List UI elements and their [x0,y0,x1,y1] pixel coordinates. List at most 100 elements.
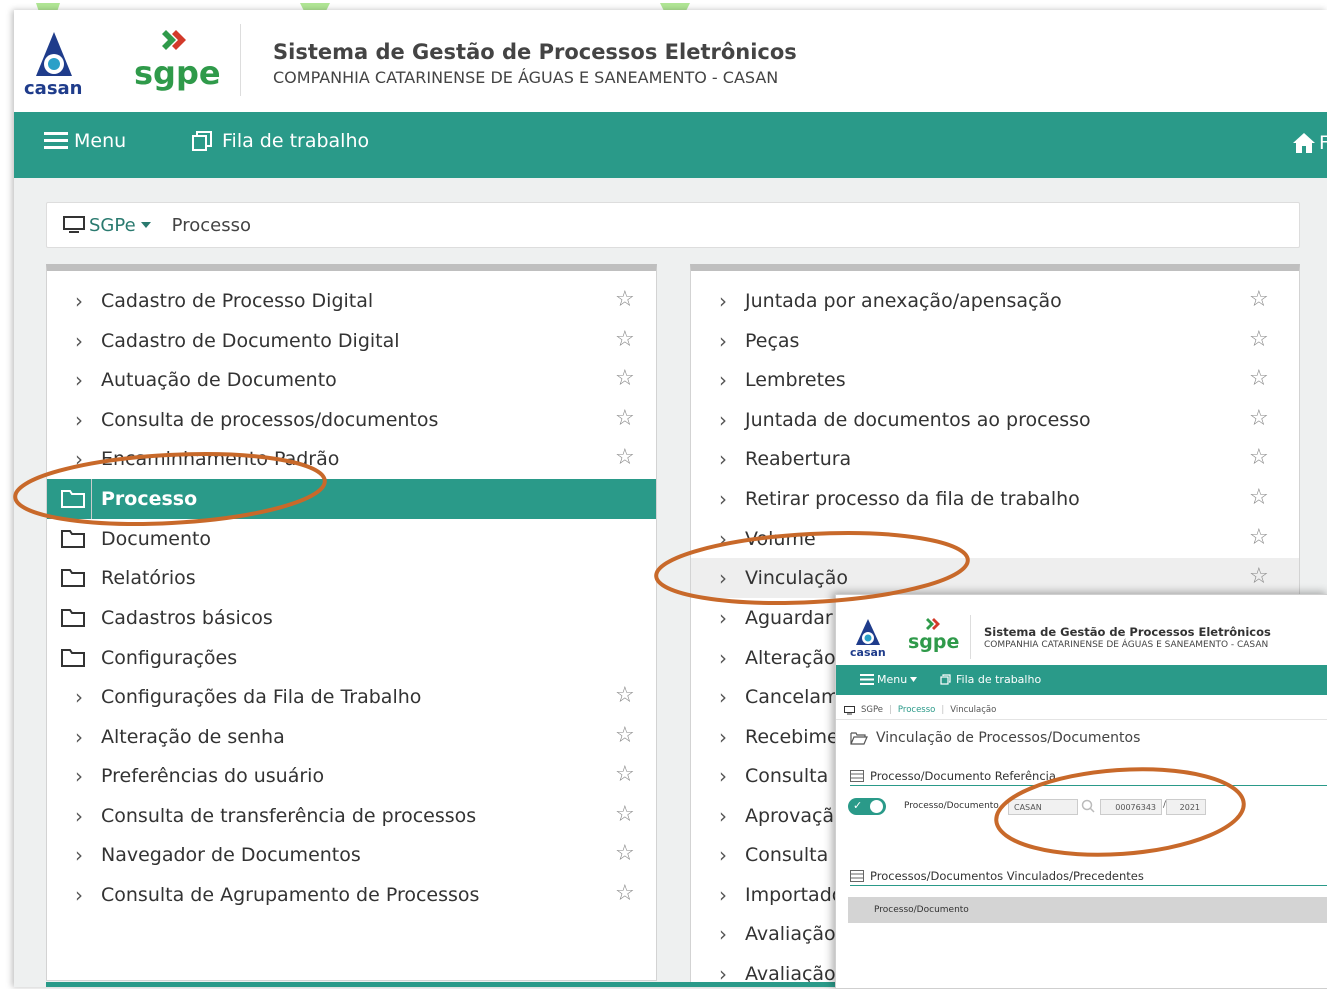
menu-item-navegador[interactable]: › Navegador de Documentos ☆ [47,835,656,875]
menu-folder-relatorios[interactable]: Relatórios [47,558,656,598]
menu-item-consulta-transferencia[interactable]: › Consulta de transferência de processos ☆ [47,796,656,836]
inset-breadcrumb: SGPe | Processo | Vinculação [836,701,1327,720]
casan-logo-small: casan [850,619,886,657]
chevron-right-icon: › [719,804,727,828]
inset-navbar: Menu Fila de trabalho [836,665,1327,695]
star-icon[interactable]: ☆ [615,841,635,866]
star-icon[interactable]: ☆ [1249,485,1269,510]
inset-toggle-switch[interactable]: ✓ [848,798,886,815]
chevron-right-icon: › [719,408,727,432]
star-icon[interactable]: ☆ [1249,445,1269,470]
folder-icon [61,609,85,627]
star-icon[interactable]: ☆ [615,327,635,352]
star-icon[interactable]: ☆ [1249,406,1269,431]
folder-icon [61,569,85,587]
star-icon[interactable]: ☆ [615,723,635,748]
menu-folder-processo[interactable]: Processo [47,479,656,519]
svg-text:sgpe: sgpe [908,631,959,653]
svg-text:casan: casan [850,646,886,657]
star-icon[interactable]: ☆ [1249,564,1269,589]
home-label[interactable]: F [1319,132,1327,154]
logo-divider [970,615,971,659]
submenu-item[interactable]: › Juntada de documentos ao processo ☆ [691,400,1299,440]
menu-label: Menu [74,130,127,152]
folder-icon [61,490,85,508]
inset-menu-button[interactable]: Menu [860,673,918,686]
star-icon[interactable]: ☆ [615,881,635,906]
menu-item-preferencias[interactable]: › Preferências do usuário ☆ [47,756,656,796]
submenu-item[interactable]: › Lembretes ☆ [691,360,1299,400]
menu-folder-documento[interactable]: Documento [47,519,656,559]
inset-field-label: Processo/Documento [904,801,999,811]
star-icon[interactable]: ☆ [615,366,635,391]
inset-bc-processo[interactable]: Processo [898,705,935,715]
folder-icon [61,649,85,667]
folder-icon [61,530,85,548]
svg-text:casan: casan [24,78,83,98]
chevron-right-icon: › [75,289,83,313]
check-icon: ✓ [853,799,863,812]
submenu-item[interactable]: › Juntada por anexação/apensação ☆ [691,281,1299,321]
hamburger-icon [860,674,874,685]
home-icon[interactable] [1292,132,1316,154]
menu-item-consulta-agrupamento[interactable]: › Consulta de Agrupamento de Processos ☆ [47,875,656,915]
star-icon[interactable]: ☆ [1249,327,1269,352]
inset-system-subtitle: COMPANHIA CATARINENSE DE ÁGUAS E SANEAME… [984,640,1269,650]
star-icon[interactable]: ☆ [615,802,635,827]
chevron-right-icon: › [75,804,83,828]
chevron-right-icon: › [719,289,727,313]
star-icon[interactable]: ☆ [615,287,635,312]
hamburger-icon [44,132,68,149]
submenu-item[interactable]: › Peças ☆ [691,321,1299,361]
star-icon[interactable]: ☆ [615,762,635,787]
menu-item-cadastro-processo[interactable]: › Cadastro de Processo Digital ☆ [47,281,656,321]
chevron-right-icon: › [75,447,83,471]
monitor-icon [63,216,85,233]
inset-table-header: Processo/Documento [848,897,1327,923]
table-icon [850,770,864,782]
inset-fila-button[interactable]: Fila de trabalho [940,673,1041,686]
star-icon[interactable]: ☆ [615,406,635,431]
fila-de-trabalho-button[interactable]: Fila de trabalho [192,130,369,152]
chevron-right-icon: › [719,447,727,471]
menu-item-autuacao[interactable]: › Autuação de Documento ☆ [47,360,656,400]
inset-org-input[interactable]: CASAN [1008,799,1078,815]
star-icon[interactable]: ☆ [1249,287,1269,312]
menu-folder-configuracoes[interactable]: Configurações [47,638,656,678]
row-divider [91,479,92,519]
inset-section-vinculados: Processos/Documentos Vinculados/Preceden… [850,869,1327,886]
bc-separator: | [941,705,945,715]
inset-year-input[interactable]: 2021 [1166,799,1206,815]
submenu-item[interactable]: › Retirar processo da fila de trabalho ☆ [691,479,1299,519]
menu-item-consulta-processos[interactable]: › Consulta de processos/documentos ☆ [47,400,656,440]
menu-button[interactable]: Menu [44,130,126,152]
folder-open-icon [850,732,868,745]
menu-folder-cadastros-basicos[interactable]: Cadastros básicos [47,598,656,638]
fila-label: Fila de trabalho [222,130,370,152]
star-icon[interactable]: ☆ [615,445,635,470]
inset-number-input[interactable]: 00076343 [1100,799,1162,815]
menu-item-encaminhamento[interactable]: › Encaminhamento Padrão ☆ [47,439,656,479]
search-icon[interactable] [1081,799,1095,813]
breadcrumb-sgpe-dropdown[interactable]: SGPe [63,215,152,236]
chevron-right-icon: › [719,329,727,353]
star-icon[interactable]: ☆ [1249,366,1269,391]
submenu-item[interactable]: › Reabertura ☆ [691,439,1299,479]
submenu-item[interactable]: › Volume ☆ [691,519,1299,559]
menu-item-config-fila[interactable]: › Configurações da Fila de Trabalho ☆ [47,677,656,717]
chevron-right-icon: › [75,368,83,392]
star-icon[interactable]: ☆ [615,683,635,708]
submenu-item-vinculacao[interactable]: › Vinculação ☆ [691,558,1299,598]
star-icon[interactable]: ☆ [1249,525,1269,550]
inset-system-title: Sistema de Gestão de Processos Eletrônic… [984,625,1271,639]
inset-section-referencia: Processo/Documento Referência [850,769,1327,786]
chevron-right-icon: › [719,566,727,590]
chevron-right-icon: › [719,487,727,511]
system-subtitle: COMPANHIA CATARINENSE DE ÁGUAS E SANEAME… [273,68,779,87]
inset-bc-vinculacao: Vinculação [950,705,997,715]
left-menu-panel: › Cadastro de Processo Digital ☆ › Cadastro… [46,264,657,981]
menu-item-cadastro-documento[interactable]: › Cadastro de Documento Digital ☆ [47,321,656,361]
menu-item-alteracao-senha[interactable]: › Alteração de senha ☆ [47,717,656,757]
inset-bc-sgpe[interactable]: SGPe [861,705,883,715]
chevron-right-icon: › [719,527,727,551]
